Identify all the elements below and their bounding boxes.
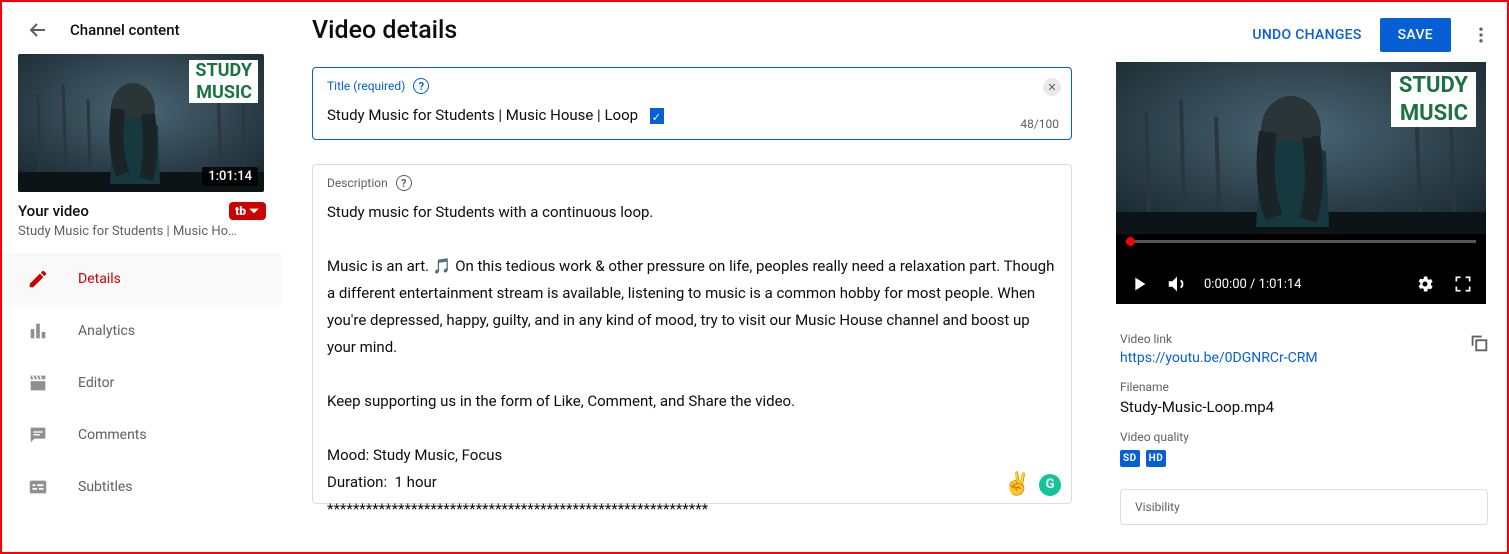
sidebar-item-subtitles[interactable]: Subtitles <box>2 461 282 513</box>
description-label: Description <box>327 176 388 190</box>
more-options-button[interactable] <box>1469 23 1493 47</box>
sidebar-item-label: Comments <box>78 427 147 443</box>
sidebar-item-editor[interactable]: Editor <box>2 357 282 409</box>
description-field[interactable]: Description ? Study music for Students w… <box>312 164 1072 504</box>
video-preview: STUDYMUSIC 0:00:00 / 1:01:14 <box>1116 62 1486 304</box>
comment-icon <box>26 423 50 447</box>
title-label: Title (required) <box>327 79 405 93</box>
back-arrow-icon[interactable] <box>26 18 50 42</box>
char-counter: 48/100 <box>1020 117 1059 131</box>
video-link-label: Video link <box>1120 332 1318 346</box>
page-title: Video details <box>312 16 457 45</box>
sidebar-item-label: Subtitles <box>78 479 133 495</box>
preview-text-overlay: STUDYMUSIC <box>1391 72 1476 127</box>
main-content: Video details Title (required) ? Study M… <box>282 2 1102 552</box>
quality-sd-badge: SD <box>1120 450 1140 467</box>
settings-gear-icon[interactable] <box>1414 273 1436 295</box>
sidebar-item-label: Details <box>78 271 121 287</box>
progress-bar[interactable] <box>1116 234 1486 264</box>
help-icon[interactable]: ? <box>413 78 429 94</box>
filename-value: Study-Music-Loop.mp4 <box>1120 398 1488 416</box>
pencil-icon <box>26 267 50 291</box>
title-input[interactable]: Study Music for Students | Music House |… <box>327 94 1057 131</box>
text-cursor-icon <box>650 108 664 124</box>
video-title-truncated: Study Music for Students | Music Ho… <box>18 224 266 239</box>
quality-hd-badge: HD <box>1146 450 1167 467</box>
sidebar-item-label: Editor <box>78 375 114 391</box>
title-field[interactable]: Title (required) ? Study Music for Stude… <box>312 67 1072 140</box>
play-icon[interactable] <box>1128 273 1150 295</box>
sidebar: Channel content STUDYMUSIC 1:01:14 Your … <box>2 2 282 552</box>
thumbnail-text-overlay: STUDYMUSIC <box>189 60 258 103</box>
playback-time: 0:00:00 / 1:01:14 <box>1204 277 1301 292</box>
preview-panel: STUDYMUSIC 0:00:00 / 1:01:14 Video link … <box>1102 2 1502 552</box>
undo-changes-button[interactable]: UNDO CHANGES <box>1252 27 1361 43</box>
fullscreen-icon[interactable] <box>1452 273 1474 295</box>
clear-icon[interactable]: ✕ <box>1043 78 1061 96</box>
sidebar-item-label: Analytics <box>78 323 135 339</box>
subtitles-icon <box>26 475 50 499</box>
sidebar-item-analytics[interactable]: Analytics <box>2 305 282 357</box>
duration-badge: 1:01:14 <box>202 167 258 186</box>
preview-thumbnail[interactable]: STUDYMUSIC <box>1116 62 1486 234</box>
sidebar-item-comments[interactable]: Comments <box>2 409 282 461</box>
copy-icon[interactable] <box>1468 332 1488 352</box>
filename-label: Filename <box>1120 380 1488 394</box>
sidebar-item-details[interactable]: Details <box>2 253 282 305</box>
video-thumbnail[interactable]: STUDYMUSIC 1:01:14 <box>18 54 264 192</box>
quality-label: Video quality <box>1120 430 1488 444</box>
save-button[interactable]: SAVE <box>1380 18 1451 52</box>
visibility-field[interactable]: Visibility <box>1120 489 1488 525</box>
victory-hand-icon[interactable]: ✌️ <box>1004 472 1031 497</box>
grammarly-icon[interactable]: G <box>1039 474 1061 496</box>
breadcrumb: Channel content <box>70 21 180 39</box>
help-icon[interactable]: ? <box>396 175 412 191</box>
bars-icon <box>26 319 50 343</box>
your-video-label: Your video <box>18 202 89 220</box>
video-link[interactable]: https://youtu.be/0DGNRCr-CRM <box>1120 350 1318 366</box>
tubebuddy-button[interactable]: tb <box>229 202 266 220</box>
volume-icon[interactable] <box>1166 273 1188 295</box>
clapper-icon <box>26 371 50 395</box>
description-input[interactable]: Study music for Students with a continuo… <box>327 191 1057 525</box>
